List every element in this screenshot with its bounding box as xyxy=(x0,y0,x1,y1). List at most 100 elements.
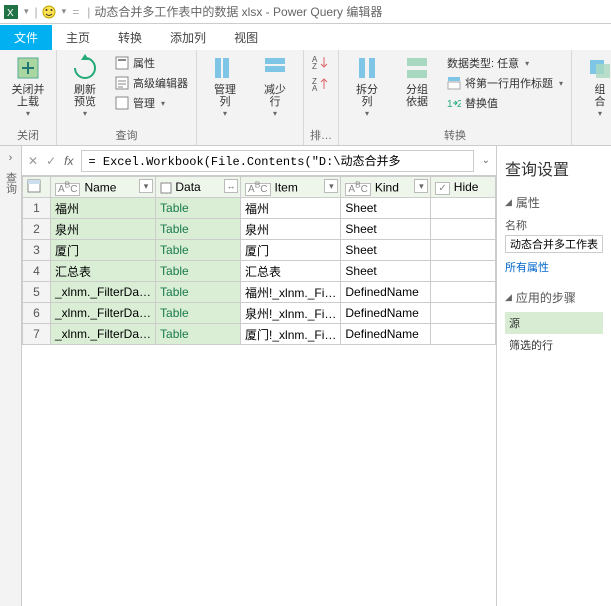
all-properties-link[interactable]: 所有属性 xyxy=(505,259,603,275)
cell-data[interactable]: Table xyxy=(156,282,241,303)
cell-kind[interactable]: Sheet xyxy=(341,219,431,240)
applied-steps-list: 源筛选的行 xyxy=(505,312,603,356)
ribbon: 关闭并 上载▾ 关闭 刷新 预览▾ 属性 高级编辑器 管理▾ 查询 管理 列▾ xyxy=(0,50,611,146)
svg-text:2: 2 xyxy=(457,99,461,110)
tab-home[interactable]: 主页 xyxy=(52,25,104,50)
applied-step[interactable]: 源 xyxy=(505,312,603,334)
table-row[interactable]: 1福州Table福州Sheet xyxy=(23,198,496,219)
manage-button[interactable]: 管理▾ xyxy=(113,94,190,112)
cell-kind[interactable]: Sheet xyxy=(341,261,431,282)
column-header-data[interactable]: Data↔ xyxy=(156,177,241,198)
row-number-cell[interactable]: 7 xyxy=(23,324,51,345)
data-type-button[interactable]: 数据类型: 任意▾ xyxy=(445,54,565,72)
cell-hidden[interactable] xyxy=(431,240,496,261)
cell-item[interactable]: 福州 xyxy=(241,198,341,219)
ribbon-group-sort: AZ ZA 排… xyxy=(304,50,339,145)
cell-kind[interactable]: Sheet xyxy=(341,240,431,261)
cell-item[interactable]: 泉州!_xlnm._Fi… xyxy=(241,303,341,324)
replace-values-button[interactable]: 12替换值 xyxy=(445,94,565,112)
row-number-cell[interactable]: 6 xyxy=(23,303,51,324)
queries-pane-collapsed[interactable]: › 查询 xyxy=(0,146,22,606)
data-grid[interactable]: ABCName▾ Data↔ ABCItem▾ ABCKind▾ ✓Hide 1… xyxy=(22,176,496,606)
qat-dropdown-icon[interactable]: ▾ xyxy=(24,6,29,17)
cell-data[interactable]: Table xyxy=(156,219,241,240)
cell-item[interactable]: 福州!_xlnm._Fi… xyxy=(241,282,341,303)
table-row[interactable]: 2泉州Table泉州Sheet xyxy=(23,219,496,240)
cell-kind[interactable]: DefinedName xyxy=(341,324,431,345)
filter-icon[interactable]: ▾ xyxy=(139,179,153,193)
cell-data[interactable]: Table xyxy=(156,303,241,324)
tab-addcolumn[interactable]: 添加列 xyxy=(156,25,220,50)
tab-transform[interactable]: 转换 xyxy=(104,25,156,50)
cell-item[interactable]: 厦门 xyxy=(241,240,341,261)
cell-hidden[interactable] xyxy=(431,303,496,324)
filter-icon[interactable]: ▾ xyxy=(324,179,338,193)
cell-name[interactable]: _xlnm._FilterDa… xyxy=(51,303,156,324)
cell-name[interactable]: 厦门 xyxy=(51,240,156,261)
row-number-cell[interactable]: 1 xyxy=(23,198,51,219)
cell-hidden[interactable] xyxy=(431,324,496,345)
table-row[interactable]: 7_xlnm._FilterDa…Table厦门!_xlnm._Fi…Defin… xyxy=(23,324,496,345)
cell-data[interactable]: Table xyxy=(156,324,241,345)
applied-step[interactable]: 筛选的行 xyxy=(505,334,603,356)
cell-kind[interactable]: Sheet xyxy=(341,198,431,219)
smiley-icon[interactable] xyxy=(42,5,56,19)
split-column-button[interactable]: 拆分 列▾ xyxy=(345,54,389,119)
cell-data[interactable]: Table xyxy=(156,261,241,282)
qat-dropdown2-icon[interactable]: ▾ xyxy=(62,6,67,17)
row-number-cell[interactable]: 3 xyxy=(23,240,51,261)
column-header-kind[interactable]: ABCKind▾ xyxy=(341,177,431,198)
formula-expand-icon[interactable]: ⌄ xyxy=(482,155,490,166)
cell-item[interactable]: 泉州 xyxy=(241,219,341,240)
cell-item[interactable]: 厦门!_xlnm._Fi… xyxy=(241,324,341,345)
cell-hidden[interactable] xyxy=(431,198,496,219)
table-row[interactable]: 5_xlnm._FilterDa…Table福州!_xlnm._Fi…Defin… xyxy=(23,282,496,303)
advanced-editor-button[interactable]: 高级编辑器 xyxy=(113,74,190,92)
cell-hidden[interactable] xyxy=(431,261,496,282)
table-row[interactable]: 6_xlnm._FilterDa…Table泉州!_xlnm._Fi…Defin… xyxy=(23,303,496,324)
cell-name[interactable]: 泉州 xyxy=(51,219,156,240)
fx-icon[interactable]: fx xyxy=(64,154,73,168)
cancel-formula-icon[interactable]: ✕ xyxy=(28,154,38,168)
column-header-name[interactable]: ABCName▾ xyxy=(51,177,156,198)
expand-icon[interactable]: ↔ xyxy=(224,179,238,193)
row-number-cell[interactable]: 2 xyxy=(23,219,51,240)
tab-file[interactable]: 文件 xyxy=(0,25,52,50)
combine-button[interactable]: 组 合▾ xyxy=(578,54,611,119)
reduce-rows-button[interactable]: 减少 行▾ xyxy=(253,54,297,119)
cell-data[interactable]: Table xyxy=(156,240,241,261)
formula-input[interactable] xyxy=(81,150,473,172)
query-name-input[interactable] xyxy=(505,235,603,253)
manage-columns-button[interactable]: 管理 列▾ xyxy=(203,54,247,119)
filter-icon[interactable]: ▾ xyxy=(414,179,428,193)
cell-hidden[interactable] xyxy=(431,282,496,303)
cell-kind[interactable]: DefinedName xyxy=(341,282,431,303)
column-header-item[interactable]: ABCItem▾ xyxy=(241,177,341,198)
row-number-cell[interactable]: 4 xyxy=(23,261,51,282)
sort-asc-button[interactable]: AZ xyxy=(310,54,330,70)
group-by-button[interactable]: 分组 依据 xyxy=(395,54,439,108)
cell-item[interactable]: 汇总表 xyxy=(241,261,341,282)
tab-view[interactable]: 视图 xyxy=(220,25,272,50)
commit-formula-icon[interactable]: ✓ xyxy=(46,154,56,168)
table-row[interactable]: 3厦门Table厦门Sheet xyxy=(23,240,496,261)
cell-name[interactable]: 汇总表 xyxy=(51,261,156,282)
applied-steps-section-header[interactable]: ◢应用的步骤 xyxy=(505,289,603,306)
cell-name[interactable]: 福州 xyxy=(51,198,156,219)
cell-name[interactable]: _xlnm._FilterDa… xyxy=(51,324,156,345)
table-row[interactable]: 4汇总表Table汇总表Sheet xyxy=(23,261,496,282)
close-and-load-button[interactable]: 关闭并 上载▾ xyxy=(6,54,50,119)
row-number-header[interactable] xyxy=(23,177,51,198)
row-number-cell[interactable]: 5 xyxy=(23,282,51,303)
cell-kind[interactable]: DefinedName xyxy=(341,303,431,324)
cell-data[interactable]: Table xyxy=(156,198,241,219)
properties-section-header[interactable]: ◢属性 xyxy=(505,194,603,211)
properties-button[interactable]: 属性 xyxy=(113,54,190,72)
column-header-hidden[interactable]: ✓Hide xyxy=(431,177,496,198)
use-first-row-header-button[interactable]: 将第一行用作标题▾ xyxy=(445,74,565,92)
type-icon: ✓ xyxy=(435,182,449,195)
sort-desc-button[interactable]: ZA xyxy=(310,76,330,92)
refresh-preview-button[interactable]: 刷新 预览▾ xyxy=(63,54,107,119)
cell-hidden[interactable] xyxy=(431,219,496,240)
cell-name[interactable]: _xlnm._FilterDa… xyxy=(51,282,156,303)
